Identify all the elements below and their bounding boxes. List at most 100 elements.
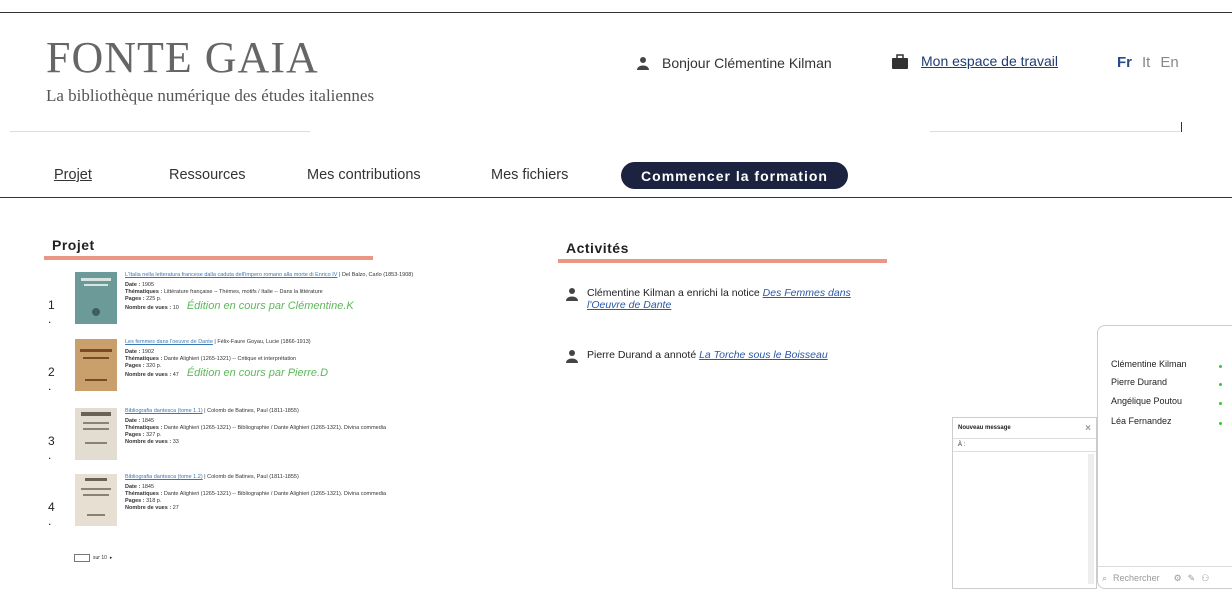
views-label: Nombre de vues : — [125, 505, 173, 511]
entry-pages: 225 p. — [146, 296, 162, 302]
online-status-icon — [1219, 422, 1222, 425]
date-label: Date : — [125, 349, 142, 355]
projet-heading: Projet — [52, 237, 95, 253]
contacts-icon[interactable]: ⚇ — [1201, 573, 1209, 584]
book-cover-thumbnail[interactable] — [75, 408, 117, 460]
header-tick — [1181, 122, 1182, 132]
nav-mes-contributions[interactable]: Mes contributions — [307, 167, 421, 183]
language-switcher: Fr It En — [1117, 54, 1179, 71]
views-label: Nombre de vues : — [125, 372, 173, 378]
entry-number: 3 . — [48, 434, 55, 462]
entry-meta: Les femmes dans l'oeuvre de Dante | Féli… — [125, 339, 329, 379]
views-label: Nombre de vues : — [125, 305, 173, 311]
book-cover-thumbnail[interactable] — [75, 474, 117, 526]
activity-link[interactable]: La Torche sous le Boisseau — [699, 349, 828, 361]
entry-title-link[interactable]: Bibliografia dantesca (tome 1.2) — [125, 474, 203, 480]
activity-text: Clémentine Kilman a enrichi la notice — [587, 287, 763, 299]
top-rule — [0, 12, 1232, 13]
workspace-link-text[interactable]: Mon espace de travail — [921, 53, 1058, 69]
projet-accent-bar — [44, 256, 373, 260]
entry-views: 47 — [172, 372, 179, 378]
entry-author: Colomb de Batines, Paul (1811-1855) — [207, 408, 299, 414]
entry-date: 1905 — [141, 282, 155, 288]
entry-number: 2 . — [48, 365, 55, 393]
start-training-button[interactable]: Commencer la formation — [621, 162, 848, 189]
gear-icon[interactable]: ⚙ — [1174, 573, 1182, 584]
chat-search-input[interactable]: Rechercher — [1113, 573, 1160, 583]
lang-en[interactable]: En — [1160, 54, 1178, 71]
entry-themes: Littérature française -- Thèmes, motifs … — [163, 289, 323, 295]
greeting-text: Bonjour Clémentine Kilman — [662, 55, 832, 71]
message-scrollbar[interactable] — [1088, 454, 1094, 584]
briefcase-icon — [892, 53, 908, 69]
workspace-link[interactable]: Mon espace de travail — [891, 53, 1058, 69]
logo-title: FONTE GAIA — [46, 33, 319, 82]
chat-user[interactable]: Angélique Poutou — [1111, 396, 1182, 406]
user-icon — [566, 350, 578, 363]
online-status-icon — [1219, 383, 1222, 386]
entry-date: 1845 — [141, 418, 155, 424]
date-label: Date : — [125, 418, 142, 424]
chat-user[interactable]: Pierre Durand — [1111, 377, 1167, 387]
pages-label: Pages : — [125, 296, 147, 302]
entry-date: 1845 — [141, 484, 155, 490]
next-page-icon[interactable]: ▸ — [110, 555, 113, 561]
chat-user[interactable]: Clémentine Kilman — [1111, 359, 1187, 369]
entry-author: Del Balzo, Carlo (1853-1908) — [341, 272, 414, 278]
entry-meta: L'Italia nella letteratura francese dall… — [125, 272, 414, 312]
activity-text: Pierre Durand a annoté — [587, 349, 700, 361]
search-icon: ⌕ — [1102, 572, 1108, 583]
pages-label: Pages : — [125, 432, 147, 438]
lang-fr[interactable]: Fr — [1117, 54, 1132, 71]
activites-accent-bar — [558, 259, 887, 263]
user-icon — [637, 57, 649, 70]
header-separator-right — [930, 131, 1180, 132]
site-logo[interactable]: FONTE GAIA La bibliothèque numérique des… — [46, 36, 374, 106]
pages-label: Pages : — [125, 363, 147, 369]
themes-label: Thématiques : — [125, 425, 164, 431]
views-label: Nombre de vues : — [125, 439, 173, 445]
edit-status: Édition en cours par Clémentine.K — [186, 300, 354, 312]
date-label: Date : — [125, 484, 142, 490]
entry-themes: Dante Alighieri (1265-1321) -- Bibliogra… — [163, 425, 387, 431]
nav-rule — [0, 197, 1232, 198]
pagination: sur 10 ▸ — [74, 554, 112, 562]
nav-mes-fichiers[interactable]: Mes fichiers — [491, 167, 568, 183]
entry-themes: Dante Alighieri (1265-1321) -- Bibliogra… — [163, 491, 387, 497]
lang-it[interactable]: It — [1142, 54, 1150, 71]
header-separator-left — [10, 131, 310, 132]
nav-projet[interactable]: Projet — [54, 167, 92, 183]
page-input[interactable] — [74, 554, 90, 562]
themes-label: Thématiques : — [125, 289, 164, 295]
pages-label: Pages : — [125, 498, 147, 504]
entry-author: Félix-Faure Goyau, Lucie (1866-1913) — [217, 339, 311, 345]
entry-pages: 320 p. — [146, 363, 162, 369]
book-cover-thumbnail[interactable] — [75, 339, 117, 391]
entry-title-link[interactable]: Bibliografia dantesca (tome 1.1) — [125, 408, 203, 414]
logo-subtitle: La bibliothèque numérique des études ita… — [46, 86, 375, 105]
activity-item: Clémentine Kilman a enrichi la notice De… — [565, 287, 855, 311]
online-status-icon — [1219, 402, 1222, 405]
entry-themes: Dante Alighieri (1265-1321) -- Critique … — [163, 356, 297, 362]
nav-ressources[interactable]: Ressources — [169, 167, 246, 183]
entry-title-link[interactable]: L'Italia nella letteratura francese dall… — [125, 272, 337, 278]
activity-item: Pierre Durand a annoté La Torche sous le… — [565, 349, 865, 363]
chat-panel: Clémentine Kilman Pierre Durand Angéliqu… — [1097, 325, 1232, 589]
date-label: Date : — [125, 282, 142, 288]
user-greeting: Bonjour Clémentine Kilman — [636, 55, 832, 71]
book-cover-thumbnail[interactable] — [75, 272, 117, 324]
entry-views: 10 — [172, 305, 179, 311]
chat-user[interactable]: Léa Fernandez — [1111, 416, 1172, 426]
entry-views: 33 — [172, 439, 179, 445]
entry-author: Colomb de Batines, Paul (1811-1855) — [207, 474, 299, 480]
recipient-field[interactable]: À : — [953, 439, 1096, 452]
compose-icon[interactable]: ✎ — [1188, 573, 1196, 584]
chat-search[interactable]: ⌕ Rechercher ⚙ ✎ ⚇ — [1098, 566, 1232, 589]
themes-label: Thématiques : — [125, 356, 164, 362]
entry-title-link[interactable]: Les femmes dans l'oeuvre de Dante — [125, 339, 213, 345]
edit-status: Édition en cours par Pierre.D — [186, 367, 329, 379]
entry-views: 27 — [172, 505, 179, 511]
activites-heading: Activités — [566, 240, 629, 256]
entry-meta: Bibliografia dantesca (tome 1.2) | Colom… — [125, 474, 387, 511]
close-icon[interactable]: × — [1085, 423, 1091, 434]
